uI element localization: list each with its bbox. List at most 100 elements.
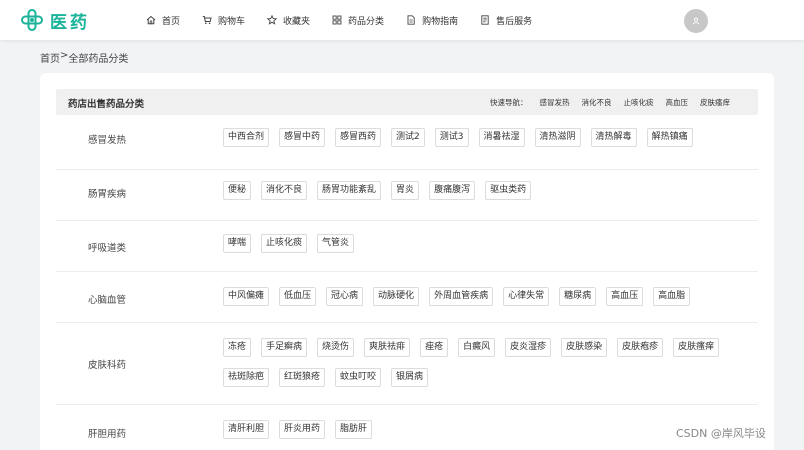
subcategory-tag[interactable]: 消化不良 (261, 181, 308, 200)
category-name[interactable]: 肝胆用药 (88, 426, 126, 440)
subcategory-tags: 冻疮 手足癣病 烧烫伤 爽肤祛痱 痤疮 白癜风 皮炎湿疹 皮肤感染 皮肤疱疹 皮肤瘙痒祛斑除疤 红斑… (223, 338, 743, 398)
category-row: 肠胃疾病 便秘 消化不良 肠胃功能紊乱 胃炎 腹痛腹泻 驱虫类药 (56, 170, 758, 221)
category-row: 肝胆用药 清肝利胆 肝炎用药 脂肪肝 (56, 405, 758, 450)
category-card: 药店出售药品分类 快速导航： 感冒发热 消化不良 止咳化痰 高血压 皮肤瘙痒 感… (40, 73, 774, 450)
quick-nav: 快速导航： 感冒发热 消化不良 止咳化痰 高血压 皮肤瘙痒 (490, 97, 730, 108)
nav-cart-label: 购物车 (218, 16, 246, 27)
subcategory-tag[interactable]: 高血压 (606, 287, 644, 306)
subcategory-tag[interactable]: 皮炎湿疹 (505, 338, 552, 357)
breadcrumb-home[interactable]: 首页 (40, 50, 60, 65)
subcategory-tag[interactable]: 中西合剂 (223, 128, 270, 147)
subcategory-tag[interactable]: 气管炎 (317, 234, 355, 253)
subcategory-tags: 清肝利胆 肝炎用药 脂肪肝 (223, 420, 743, 450)
subcategory-tag[interactable]: 银屑病 (391, 368, 429, 387)
card-header: 药店出售药品分类 快速导航： 感冒发热 消化不良 止咳化痰 高血压 皮肤瘙痒 (56, 89, 758, 115)
category-name[interactable]: 心脑血管 (88, 292, 126, 306)
category-row: 呼吸道类 哮喘 止咳化痰 气管炎 (56, 221, 758, 272)
category-name[interactable]: 肠胃疾病 (88, 186, 126, 200)
subcategory-tag[interactable]: 清热解毒 (590, 128, 637, 147)
subcategory-tag[interactable]: 蚊虫叮咬 (335, 368, 382, 387)
subcategory-tag[interactable]: 肠胃功能紊乱 (317, 181, 382, 200)
subcategory-tags: 中风偏瘫 低血压 冠心病 动脉硬化 外周血管疾病 心律失常 糖尿病 高血压 高血脂 (223, 287, 743, 317)
nav-home[interactable]: 首页 (146, 14, 180, 27)
nav-guide[interactable]: 购物指南 (406, 14, 458, 27)
breadcrumb-current: 全部药品分类 (68, 54, 129, 65)
subcategory-tag[interactable]: 烧烫伤 (317, 338, 355, 357)
category-name[interactable]: 呼吸道类 (88, 240, 126, 254)
subcategory-tag[interactable]: 肝炎用药 (279, 420, 326, 439)
subcategory-tag[interactable]: 胃炎 (391, 181, 420, 200)
avatar[interactable] (684, 9, 708, 33)
subcategory-tags: 哮喘 止咳化痰 气管炎 (223, 234, 743, 264)
subcategory-tag[interactable]: 感冒中药 (279, 128, 326, 147)
user-icon (692, 17, 700, 25)
nav-categories-label: 药品分类 (348, 16, 385, 27)
breadcrumb-separator: > (60, 50, 69, 61)
logo[interactable]: 医药 (20, 7, 90, 33)
nav-home-label: 首页 (162, 16, 181, 27)
subcategory-tag[interactable]: 外周血管疾病 (429, 287, 494, 306)
subcategory-tag[interactable]: 动脉硬化 (373, 287, 420, 306)
subcategory-tag[interactable]: 皮肤感染 (561, 338, 608, 357)
subcategory-tag[interactable]: 脂肪肝 (335, 420, 373, 439)
star-icon (267, 15, 278, 25)
subcategory-tag[interactable]: 止咳化痰 (261, 234, 308, 253)
document-icon (407, 15, 415, 25)
top-header: 医药 首页 购物车 收藏夹 药品分类 购物指南 售后服务 (0, 0, 804, 40)
subcategory-tag[interactable]: 哮喘 (223, 234, 252, 253)
subcategory-tag[interactable]: 清肝利胆 (223, 420, 270, 439)
subcategory-tag[interactable]: 消暑祛湿 (478, 128, 525, 147)
logo-text: 医药 (50, 12, 90, 33)
subcategory-tag[interactable]: 测试2 (391, 128, 425, 147)
subcategory-tag[interactable]: 感冒西药 (335, 128, 382, 147)
grid-icon (332, 15, 342, 25)
subcategory-tag[interactable]: 测试3 (434, 128, 469, 147)
nav-favorites[interactable]: 收藏夹 (267, 14, 310, 27)
category-row: 心脑血管 中风偏瘫 低血压 冠心病 动脉硬化 外周血管疾病 心律失常 糖尿病 高血压 高血脂 (56, 272, 758, 323)
card-title: 药店出售药品分类 (68, 99, 145, 110)
quick-nav-link[interactable]: 消化不良 (582, 97, 612, 108)
subcategory-tag[interactable]: 低血压 (279, 287, 317, 306)
nav-guide-label: 购物指南 (422, 16, 459, 27)
subcategory-tag[interactable]: 痤疮 (420, 338, 449, 357)
subcategory-tag[interactable]: 便秘 (223, 181, 252, 200)
subcategory-tag[interactable]: 解热镇痛 (646, 128, 693, 147)
subcategory-tag[interactable]: 冻疮 (223, 338, 252, 357)
watermark: CSDN @岸风毕设 (676, 427, 766, 440)
category-row: 皮肤科药 冻疮 手足癣病 烧烫伤 爽肤祛痱 痤疮 白癜风 皮炎湿疹 皮肤感染 皮肤疱疹 皮肤瘙痒祛斑… (56, 323, 758, 405)
subcategory-tag[interactable]: 白癜风 (458, 338, 496, 357)
subcategory-tags: 中西合剂 感冒中药 感冒西药 测试2 测试3 消暑祛湿 清热滋阴 清热解毒 解热镇痛 (223, 128, 743, 158)
main-nav: 首页 购物车 收藏夹 药品分类 购物指南 售后服务 (146, 0, 554, 40)
subcategory-tag[interactable]: 手足癣病 (261, 338, 308, 357)
service-icon (481, 15, 489, 25)
subcategory-tag[interactable]: 清热滋阴 (534, 128, 581, 147)
breadcrumb: 首页 > 全部药品分类 (40, 50, 128, 65)
subcategory-tag[interactable]: 冠心病 (326, 287, 364, 306)
nav-service[interactable]: 售后服务 (480, 14, 532, 27)
quick-nav-link[interactable]: 止咳化痰 (624, 97, 654, 108)
subcategory-tag[interactable]: 爽肤祛痱 (364, 338, 411, 357)
category-name[interactable]: 皮肤科药 (88, 357, 126, 371)
subcategory-tag[interactable]: 心律失常 (503, 287, 550, 306)
nav-service-label: 售后服务 (496, 16, 533, 27)
category-name[interactable]: 感冒发热 (88, 132, 126, 146)
quick-nav-label: 快速导航： (490, 98, 528, 107)
subcategory-tags: 便秘 消化不良 肠胃功能紊乱 胃炎 腹痛腹泻 驱虫类药 (223, 181, 743, 211)
subcategory-tag[interactable]: 腹痛腹泻 (429, 181, 476, 200)
nav-cart[interactable]: 购物车 (202, 14, 245, 27)
subcategory-tag[interactable]: 驱虫类药 (485, 181, 532, 200)
subcategory-tag[interactable]: 高血脂 (653, 287, 691, 306)
quick-nav-link[interactable]: 高血压 (666, 97, 689, 108)
quick-nav-link[interactable]: 感冒发热 (540, 97, 570, 108)
quick-nav-link[interactable]: 皮肤瘙痒 (700, 97, 730, 108)
subcategory-tag[interactable]: 皮肤疱疹 (617, 338, 664, 357)
subcategory-tag[interactable]: 糖尿病 (559, 287, 597, 306)
category-list: 感冒发热 中西合剂 感冒中药 感冒西药 测试2 测试3 消暑祛湿 清热滋阴 清热解毒 解热镇痛肠胃… (56, 119, 758, 450)
subcategory-tag[interactable]: 中风偏瘫 (223, 287, 270, 306)
nav-categories[interactable]: 药品分类 (332, 14, 384, 27)
nav-favorites-label: 收藏夹 (283, 16, 311, 27)
subcategory-tag[interactable]: 皮肤瘙痒 (673, 338, 720, 357)
subcategory-tag[interactable]: 祛斑除疤 (223, 368, 270, 387)
category-row: 感冒发热 中西合剂 感冒中药 感冒西药 测试2 测试3 消暑祛湿 清热滋阴 清热解毒 解热镇痛 (56, 119, 758, 170)
subcategory-tag[interactable]: 红斑狼疮 (279, 368, 326, 387)
